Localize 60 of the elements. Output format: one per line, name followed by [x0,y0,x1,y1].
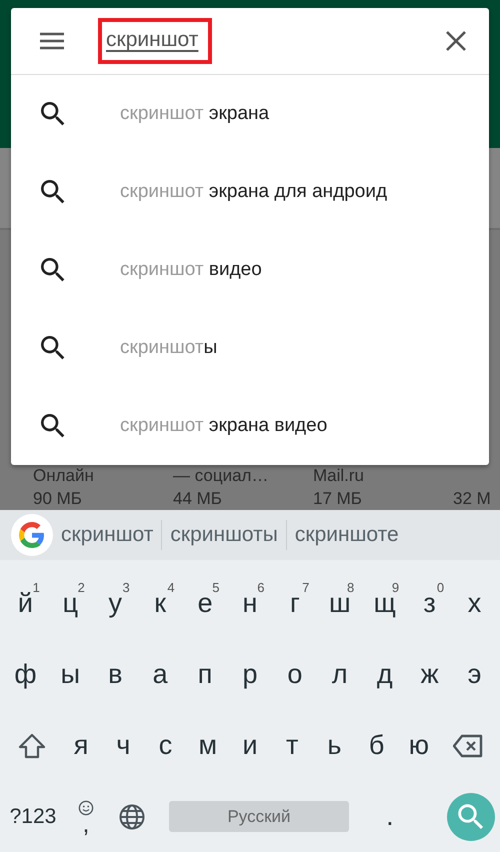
letter-key[interactable]: б [356,718,398,774]
close-icon [445,30,467,52]
letter-key[interactable]: л [317,646,362,702]
letter-key[interactable]: х [452,576,497,632]
app-size: 44 МБ [173,489,223,508]
letter-key[interactable]: м [186,718,229,774]
suggestion-text[interactable]: скриншот экрана [120,103,270,125]
letter-key[interactable]: п [182,646,228,702]
number-hint: 4 [167,580,175,594]
close-button[interactable] [445,30,467,52]
google-icon [19,522,45,548]
number-hint: 2 [78,580,85,594]
letter-key[interactable]: д [362,646,408,702]
app-name: Mail.ru [313,466,366,485]
word-suggestion[interactable]: скриншоты [162,520,286,550]
letter-key[interactable]: т [271,718,314,774]
letter-key[interactable]: ь [313,718,356,774]
globe-icon [119,804,146,830]
letter-key[interactable]: ч [102,718,144,774]
space-bar[interactable]: Русский [169,801,349,832]
letter-key[interactable]: в [92,646,138,702]
word-suggestion[interactable]: скриншот [53,520,162,550]
number-hint: 3 [122,580,130,594]
symbols-key[interactable]: ?123 [3,788,63,844]
letter-key[interactable]: ю [398,718,440,774]
letter-key[interactable]: я [60,718,102,774]
number-hint: 6 [257,580,264,594]
period-key[interactable]: . [366,788,413,844]
suggestion-text[interactable]: скриншот экрана видео [120,415,328,437]
app-size: 17 МБ [313,489,363,508]
app-size: 32 М [453,489,492,508]
letter-key[interactable]: ы [48,646,93,702]
letter-key[interactable]: и [228,718,272,774]
menu-button[interactable] [39,31,65,51]
number-hint: 9 [392,580,400,594]
shift-icon [18,732,46,758]
letter-key[interactable]: ф [3,646,48,702]
letter-key[interactable]: а [138,646,183,702]
menu-icon [39,31,65,51]
number-hint: 1 [32,580,40,594]
suggestion-text[interactable]: скриншот видео [120,259,262,281]
suggestion-text[interactable]: скриншот экрана для андроид [120,181,388,203]
letter-key[interactable]: э [452,646,497,702]
smiley-icon [78,800,94,816]
letter-key[interactable]: с [144,718,187,774]
letter-key[interactable]: о [272,646,318,702]
letter-key[interactable]: ж [407,646,452,702]
suggestion-text[interactable]: скриншоты [120,337,218,359]
number-hint: 7 [302,580,310,594]
number-hint: 0 [436,580,444,594]
backspace-icon [453,734,484,758]
search-field[interactable]: скриншот [98,18,212,64]
number-hint: 5 [212,580,220,594]
comma-key[interactable]: , [62,788,110,844]
app-name: Онлайн [33,466,95,485]
app-size: 90 МБ [33,489,83,508]
number-hint: 8 [347,580,354,594]
app-name: — социал… [173,466,270,485]
word-suggestion[interactable]: скриншоте [286,520,407,550]
letter-key[interactable]: р [228,646,272,702]
